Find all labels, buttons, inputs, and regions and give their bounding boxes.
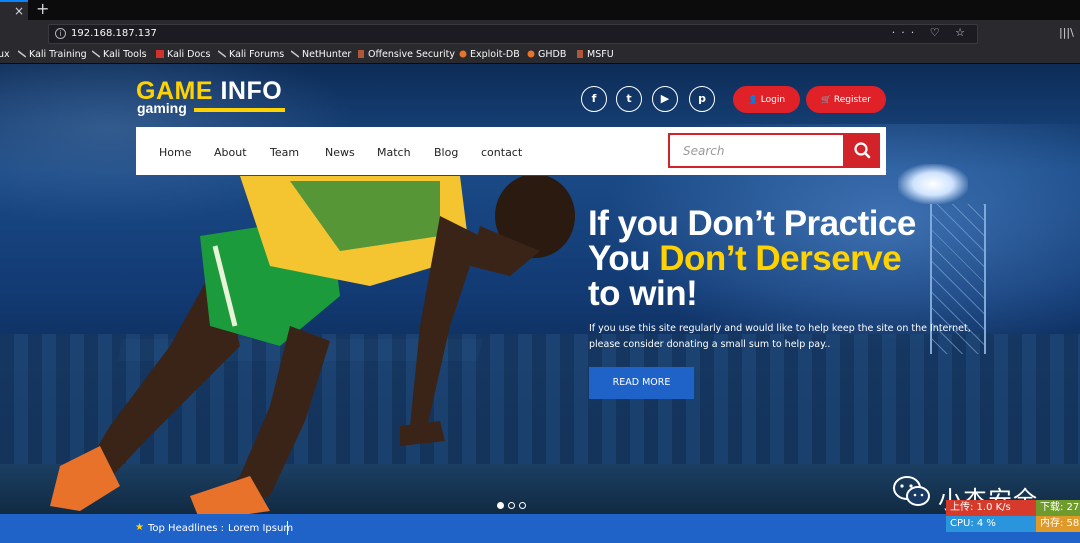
pinterest-icon[interactable]: p — [689, 86, 715, 112]
search-button[interactable] — [845, 133, 880, 168]
bookmark-label: ux — [0, 49, 10, 60]
register-label: Register — [833, 95, 871, 105]
twitter-icon[interactable]: t — [616, 86, 642, 112]
msfu-icon — [577, 50, 583, 58]
login-label: Login — [760, 95, 786, 105]
main-navigation: Home About Team News Match Blog contact — [136, 127, 886, 175]
kali-dragon-icon — [92, 50, 100, 58]
nav-contact[interactable]: contact — [481, 146, 522, 159]
nethunter-icon — [291, 50, 299, 58]
bookmark-item[interactable]: Kali Training — [18, 49, 87, 60]
kali-dragon-icon — [218, 50, 226, 58]
headlines-label: Top Headlines : — [148, 523, 225, 534]
hero-line-2-white: You — [588, 239, 660, 278]
browser-toolbar: i 192.168.187.137 ··· ♡ ☆ |||\ — [0, 20, 1080, 47]
cart-icon: 🛒 — [821, 95, 832, 104]
monitor-upload: 上传: 1.0 K/s — [946, 500, 1036, 516]
website-viewport: GAME INFO gaming f t ▶ p 👤 Login 🛒 Regis… — [0, 64, 1080, 543]
bookmark-item[interactable]: GHDB — [527, 49, 566, 60]
nav-team[interactable]: Team — [270, 146, 299, 159]
bookmarks-toolbar: ux Kali Training Kali Tools Kali Docs Ka… — [0, 47, 1080, 64]
user-icon: 👤 — [747, 95, 758, 104]
hero-line-2-highlight: Don’t Derserve — [659, 239, 902, 278]
hero-line-3: to win! — [588, 274, 698, 313]
logo-subtitle: gaming — [137, 100, 187, 116]
bookmark-label: Kali Docs — [167, 49, 211, 60]
hero-line-2: You Don’t Derserve — [588, 241, 916, 276]
hero-description: If you use this site regularly and would… — [589, 323, 971, 350]
search-icon — [854, 142, 871, 159]
new-tab-button[interactable]: + — [36, 0, 49, 18]
hero-heading: If you Don’t Practice You Don’t Derserve… — [588, 206, 916, 311]
logo-info-text: INFO — [220, 77, 283, 105]
info-icon[interactable]: i — [55, 28, 66, 39]
bookmark-label: MSFU — [587, 49, 614, 60]
kali-dragon-icon — [18, 50, 26, 58]
bookmark-label: Offensive Security — [368, 49, 455, 60]
star-icon: ★ — [135, 522, 144, 533]
slider-dot-3[interactable] — [519, 502, 526, 509]
bookmark-label: Kali Forums — [229, 49, 285, 60]
exploit-db-icon — [459, 50, 467, 58]
url-text[interactable]: 192.168.187.137 — [71, 28, 157, 39]
bookmark-label: Exploit-DB — [470, 49, 520, 60]
logo-underline — [194, 108, 285, 112]
bookmark-item[interactable]: Offensive Security — [357, 49, 455, 60]
bookmark-label: GHDB — [538, 49, 567, 60]
text-cursor — [287, 521, 288, 535]
slider-dot-1[interactable] — [497, 502, 504, 509]
nav-news[interactable]: News — [325, 146, 355, 159]
bookmark-item[interactable]: Kali Tools — [92, 49, 147, 60]
monitor-memory: 内存: 58 — [1036, 516, 1080, 532]
bookmark-item[interactable]: Kali Docs — [156, 49, 210, 60]
nav-blog[interactable]: Blog — [434, 146, 458, 159]
ghdb-icon — [527, 50, 535, 58]
facebook-icon[interactable]: f — [581, 86, 607, 112]
monitor-cpu: CPU: 4 % — [946, 516, 1036, 532]
bookmark-label: Kali Training — [29, 49, 87, 60]
page-actions-icon[interactable]: ··· ♡ ☆ — [892, 26, 971, 39]
slider-dot-2[interactable] — [508, 502, 515, 509]
bookmark-item[interactable]: Exploit-DB — [459, 49, 520, 60]
monitor-download: 下载: 27 — [1036, 500, 1080, 516]
bookmark-item[interactable]: NetHunter — [291, 49, 351, 60]
nav-about[interactable]: About — [214, 146, 247, 159]
browser-tab-bar: × + — [0, 0, 1080, 20]
headline-ticker[interactable]: Lorem Ipsum — [228, 523, 293, 534]
wechat-icon — [893, 476, 930, 506]
bookmark-label: NetHunter — [302, 49, 352, 60]
read-more-button[interactable]: READ MORE — [589, 367, 694, 399]
kali-docs-icon — [156, 50, 164, 58]
bookmark-label: Kali Tools — [103, 49, 147, 60]
close-tab-icon[interactable]: × — [14, 4, 24, 18]
login-button[interactable]: 👤 Login — [733, 86, 800, 113]
search-input[interactable] — [670, 135, 843, 166]
bookmark-item[interactable]: ux — [0, 49, 10, 60]
offsec-icon — [358, 50, 364, 58]
library-icon[interactable]: |||\ — [1059, 26, 1074, 39]
hero-line-1: If you Don’t Practice — [588, 204, 916, 243]
youtube-icon[interactable]: ▶ — [652, 86, 678, 112]
search-box — [668, 133, 845, 168]
bookmark-item[interactable]: MSFU — [576, 49, 614, 60]
headlines-bar: ★ Top Headlines : Lorem Ipsum — [0, 514, 1080, 543]
register-button[interactable]: 🛒 Register — [806, 86, 886, 113]
nav-home[interactable]: Home — [159, 146, 191, 159]
bookmark-item[interactable]: Kali Forums — [218, 49, 284, 60]
nav-match[interactable]: Match — [377, 146, 411, 159]
address-bar[interactable]: i 192.168.187.137 ··· ♡ ☆ — [48, 24, 978, 44]
browser-tab[interactable]: × — [0, 0, 28, 20]
